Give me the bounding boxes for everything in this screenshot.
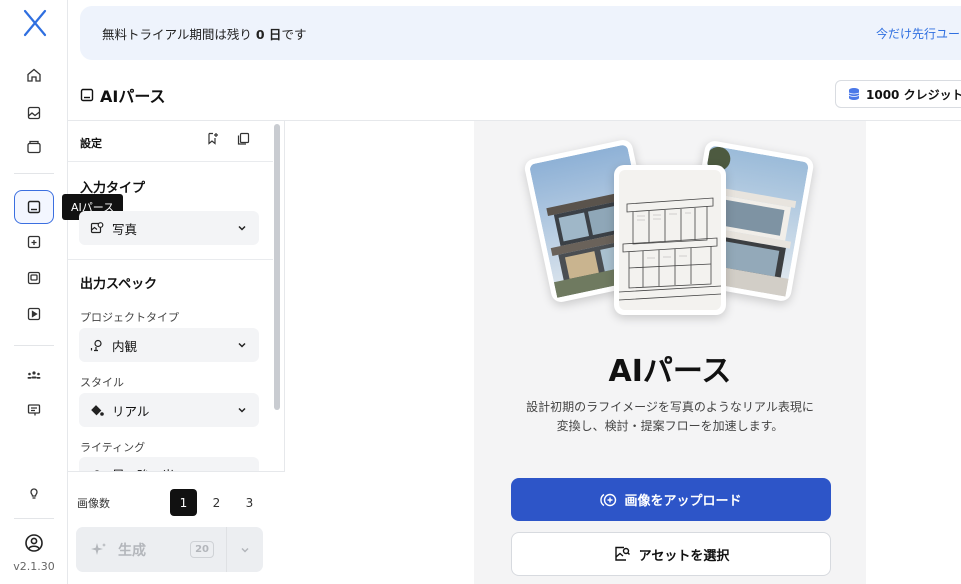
image-count-option[interactable]: 3	[236, 489, 263, 516]
generate-cost-badge: 20	[190, 541, 214, 558]
ai-render-nav-button[interactable]	[14, 190, 54, 224]
settings-heading: 設定	[80, 137, 102, 150]
input-type-heading: 入力タイプ	[80, 181, 146, 196]
chevron-down-icon	[238, 225, 246, 231]
hero-title: AIパース	[608, 354, 732, 389]
hero-description-line: 変換し、検討・提案フローを加速します。	[556, 419, 784, 433]
credits-count: 1000 クレジット	[866, 87, 961, 102]
frame-icon[interactable]	[14, 261, 54, 295]
project-type-value: 内観	[112, 338, 138, 354]
app-logo[interactable]	[22, 8, 48, 38]
chevron-down-icon	[238, 407, 246, 413]
paint-bucket-icon	[90, 402, 106, 418]
project-type-label: プロジェクトタイプ	[80, 311, 179, 324]
style-select[interactable]: リアル	[79, 393, 259, 427]
folder-icon[interactable]	[14, 130, 54, 164]
generate-button-group: 生成 20	[76, 527, 263, 572]
video-icon[interactable]	[14, 297, 54, 331]
hero-description: 設計初期のラフイメージを写真のようなリアル表現に 変換し、検討・提案フローを加速…	[474, 398, 866, 436]
lightbulb-icon[interactable]	[14, 476, 54, 510]
generate-button[interactable]: 生成 20	[76, 540, 226, 560]
chevron-down-icon	[238, 342, 246, 348]
panel-divider	[68, 161, 273, 162]
image-sparkle-icon[interactable]	[14, 225, 54, 259]
input-type-value: 写真	[112, 221, 138, 237]
panel-divider	[68, 259, 273, 260]
nav-rail: AIパース v2.1.30	[0, 0, 124, 584]
trial-message-suffix: です	[281, 27, 307, 42]
gallery-icon[interactable]	[14, 96, 54, 130]
trial-banner: 無料トライアル期間は残り 0 日です 今だけ先行ユー	[80, 6, 961, 60]
coins-icon	[848, 88, 860, 100]
sample-sketch-card	[614, 165, 726, 315]
trial-message: 無料トライアル期間は残り 0 日です	[102, 24, 306, 43]
rail-divider	[14, 173, 54, 174]
upload-image-label: 画像をアップロード	[624, 494, 742, 509]
bookmark-add-icon[interactable]	[206, 132, 219, 145]
generate-options-dropdown[interactable]	[227, 545, 263, 555]
page-title: AIパース	[80, 83, 166, 107]
sparkle-icon	[91, 542, 106, 555]
image-search-icon	[614, 546, 630, 561]
input-type-select[interactable]: 写真	[79, 211, 259, 245]
style-value: リアル	[112, 403, 150, 419]
lighting-label: ライティング	[80, 441, 146, 454]
copy-icon[interactable]	[237, 132, 250, 145]
team-icon[interactable]	[14, 358, 54, 392]
settings-scrollbar[interactable]	[274, 124, 280, 410]
app-version: v2.1.30	[13, 560, 55, 573]
hero-description-line: 設計初期のラフイメージを写真のようなリアル表現に	[526, 400, 814, 414]
image-count-label: 画像数	[77, 497, 110, 510]
image-count-selector: 1 2 3	[170, 489, 263, 516]
rail-divider	[14, 345, 54, 346]
rail-divider	[14, 518, 54, 519]
select-asset-label: アセットを選択	[638, 548, 730, 564]
output-spec-heading: 出力スペック	[80, 277, 158, 292]
project-type-select[interactable]: 内観	[79, 328, 259, 362]
early-access-link[interactable]: 今だけ先行ユー	[876, 25, 960, 42]
image-count-option[interactable]: 1	[170, 489, 197, 516]
image-count-option[interactable]: 2	[203, 489, 230, 516]
chat-icon[interactable]	[14, 393, 54, 427]
house-sketch-image	[618, 170, 722, 310]
trial-days-left: 0 日	[255, 27, 282, 42]
generate-footer: 画像数 1 2 3 生成 20	[68, 471, 285, 584]
ai-render-icon	[80, 88, 94, 102]
home-icon[interactable]	[14, 58, 54, 92]
plus-circle-icon	[600, 493, 617, 506]
trial-message-prefix: 無料トライアル期間は残り	[102, 27, 252, 42]
lamp-icon	[90, 337, 106, 353]
select-asset-button[interactable]: アセットを選択	[511, 532, 831, 576]
settings-actions	[206, 132, 250, 145]
credits-button[interactable]: 1000 クレジット	[835, 80, 961, 108]
photo-icon	[90, 220, 106, 236]
page-title-text: AIパース	[100, 87, 166, 106]
upload-image-button[interactable]: 画像をアップロード	[511, 478, 831, 521]
generate-label: 生成	[118, 542, 146, 559]
style-label: スタイル	[80, 376, 124, 389]
account-avatar-icon[interactable]	[14, 526, 54, 560]
chevron-down-icon	[241, 547, 249, 553]
